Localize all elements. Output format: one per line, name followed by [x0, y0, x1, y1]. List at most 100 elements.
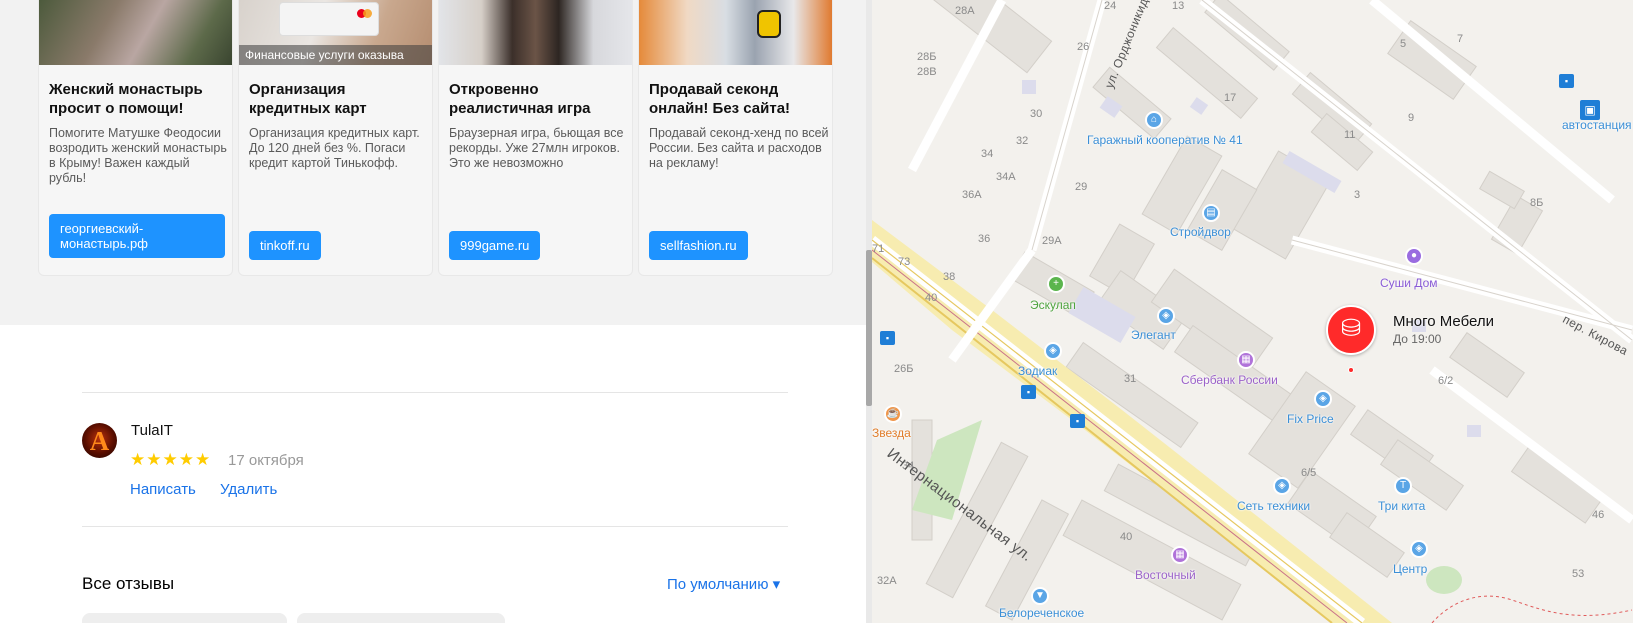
shop-bag-icon[interactable]: ◈ [1044, 342, 1062, 360]
user-avatar[interactable]: A [82, 423, 117, 458]
ad-text: Организация кредитных карт. До 120 дней … [249, 126, 420, 170]
poi-belorechenskoe[interactable]: Белореченское [999, 606, 1084, 620]
review-date: 17 октября [228, 452, 304, 469]
poi-sberbank[interactable]: Сбербанк России [1181, 373, 1278, 387]
ad-image-tinkoff: Финансовые услуги оказыва [239, 0, 432, 65]
coin-icon [757, 10, 781, 38]
poi-elegant[interactable]: Элегант [1131, 328, 1176, 342]
furniture-pin-icon[interactable]: ⛁ [1326, 305, 1376, 355]
bus-stop-icon[interactable]: ▪ [1070, 414, 1085, 428]
sushi-pin-icon[interactable]: ● [1405, 247, 1423, 265]
review-filter-chip[interactable] [82, 613, 287, 623]
credit-card-icon [279, 2, 379, 36]
ad-card-999game[interactable]: Откровенно реалистичная игра Браузерная … [438, 0, 633, 276]
shop-bag-icon[interactable]: ◈ [1410, 540, 1428, 558]
house-number: 7 [1457, 33, 1464, 45]
bank-icon[interactable]: ▦ [1237, 351, 1255, 369]
house-number: 30 [1030, 108, 1043, 120]
review-filter-chip[interactable] [297, 613, 505, 623]
cafe-icon[interactable]: ☕ [884, 405, 902, 423]
house-number: 11 [1344, 129, 1356, 141]
poi-zvezda[interactable]: Звезда [872, 426, 911, 440]
poi-vostochny[interactable]: Восточный [1135, 568, 1196, 582]
poi-sushi[interactable]: Суши Дом [1380, 276, 1438, 290]
ad-text: Браузерная игра, бьющая все рекорды. Уже… [449, 126, 624, 170]
sort-dropdown[interactable]: По умолчанию ▾ [667, 575, 780, 593]
divider [82, 526, 788, 527]
house-number: 53 [1572, 568, 1585, 580]
review-author[interactable]: TulaIT [131, 422, 173, 439]
bus-stop-icon[interactable]: ▪ [1021, 385, 1036, 399]
ad-domain-button[interactable]: sellfashion.ru [649, 231, 748, 260]
selected-place-hours: До 19:00 [1393, 332, 1442, 346]
house-number: 5 [1400, 38, 1407, 50]
shop-icon[interactable]: ▤ [1202, 204, 1220, 222]
house-number: 8Б [1530, 197, 1544, 209]
ad-text: Продавай секонд-хенд по всей России. Без… [649, 126, 829, 170]
reviews-panel: Женский монастырь просит о помощи! Помог… [0, 0, 872, 623]
ad-domain-button[interactable]: 999game.ru [449, 231, 541, 260]
selected-place-name[interactable]: Много Мебели [1393, 313, 1494, 330]
map[interactable]: 28А 24 13 26 28Б 28В 5 7 17 30 32 34 34А… [872, 0, 1633, 623]
house-number: 71 [872, 243, 885, 255]
house-number: 29 [1075, 181, 1088, 193]
house-number: 36А [962, 189, 982, 201]
garage-icon[interactable]: ⌂ [1145, 111, 1163, 129]
shop-basket-icon[interactable]: ▼ [1031, 587, 1049, 605]
ad-domain-button[interactable]: георгиевский-монастырь.рф [49, 214, 225, 258]
ads-block: Женский монастырь просит о помощи! Помог… [0, 0, 872, 325]
house-number: 26Б [894, 363, 914, 375]
house-number: 24 [1104, 0, 1117, 12]
house-number: 29А [1042, 235, 1062, 247]
ad-text: Помогите Матушке Феодосии возродить женс… [49, 126, 227, 185]
poi-tsentr[interactable]: Центр [1393, 562, 1427, 576]
house-number: 73 [898, 256, 911, 268]
ad-image-sellfashion [639, 0, 832, 65]
poi-set-tekhniki[interactable]: Сеть техники [1237, 499, 1310, 513]
write-review-link[interactable]: Написать [130, 481, 196, 498]
bus-icon[interactable]: ▣ [1580, 100, 1600, 120]
house-number: 9 [1408, 112, 1415, 124]
ad-card-sellfashion[interactable]: Продавай секонд онлайн! Без сайта! Прода… [638, 0, 833, 276]
shop-bag-icon[interactable]: ◈ [1157, 307, 1175, 325]
delete-review-link[interactable]: Удалить [220, 481, 277, 498]
all-reviews-heading: Все отзывы [82, 574, 175, 593]
bus-stop-icon[interactable]: ▪ [880, 331, 895, 345]
ad-title: Женский монастырь просит о помощи! [49, 81, 203, 117]
ad-image-game [439, 0, 632, 65]
poi-fixprice[interactable]: Fix Price [1287, 412, 1334, 426]
house-number: 6/2 [1438, 375, 1454, 387]
house-number: 32 [1016, 135, 1029, 147]
house-number: 13 [1172, 0, 1185, 12]
ad-domain-button[interactable]: tinkoff.ru [249, 231, 321, 260]
house-number: 34А [996, 171, 1016, 183]
pharmacy-icon[interactable]: + [1047, 275, 1065, 293]
house-number: 38 [943, 271, 956, 283]
house-number: 40 [1120, 531, 1133, 543]
bus-stop-icon[interactable]: ▪ [1559, 74, 1574, 88]
shop-bag-icon[interactable]: ◈ [1314, 390, 1332, 408]
rating-stars: ★★★★★ [130, 450, 212, 469]
house-number: 28Б [917, 51, 937, 63]
clothes-icon[interactable]: T [1394, 477, 1412, 495]
poi-bus-station[interactable]: автостанция Усолье-Сибирское [1562, 118, 1633, 133]
pin-location-dot [1348, 367, 1354, 373]
house-number: 28А [955, 5, 975, 17]
house-number: 40 [925, 292, 938, 304]
house-number: 17 [1224, 92, 1237, 104]
ad-image-caption: Финансовые услуги оказыва [239, 45, 432, 65]
house-number: 31 [1124, 373, 1137, 385]
ad-title: Откровенно реалистичная игра [449, 81, 591, 117]
poi-tri-kita[interactable]: Три кита [1378, 499, 1425, 513]
poi-eskulap[interactable]: Эскулап [1030, 298, 1076, 312]
poi-garage[interactable]: Гаражный кооператив № 41 [1087, 133, 1243, 147]
house-number: 36 [978, 233, 991, 245]
poi-zodiak[interactable]: Зодиак [1018, 364, 1057, 378]
ad-card-monastery[interactable]: Женский монастырь просит о помощи! Помог… [38, 0, 233, 276]
shop-bag-icon[interactable]: ◈ [1273, 477, 1291, 495]
ad-card-tinkoff[interactable]: Финансовые услуги оказыва Организация кр… [238, 0, 433, 276]
bank-icon[interactable]: ▦ [1171, 546, 1189, 564]
house-number: 6/5 [1301, 467, 1317, 479]
poi-stroydvor[interactable]: Стройдвор [1170, 225, 1231, 239]
house-number: 26 [1077, 41, 1090, 53]
